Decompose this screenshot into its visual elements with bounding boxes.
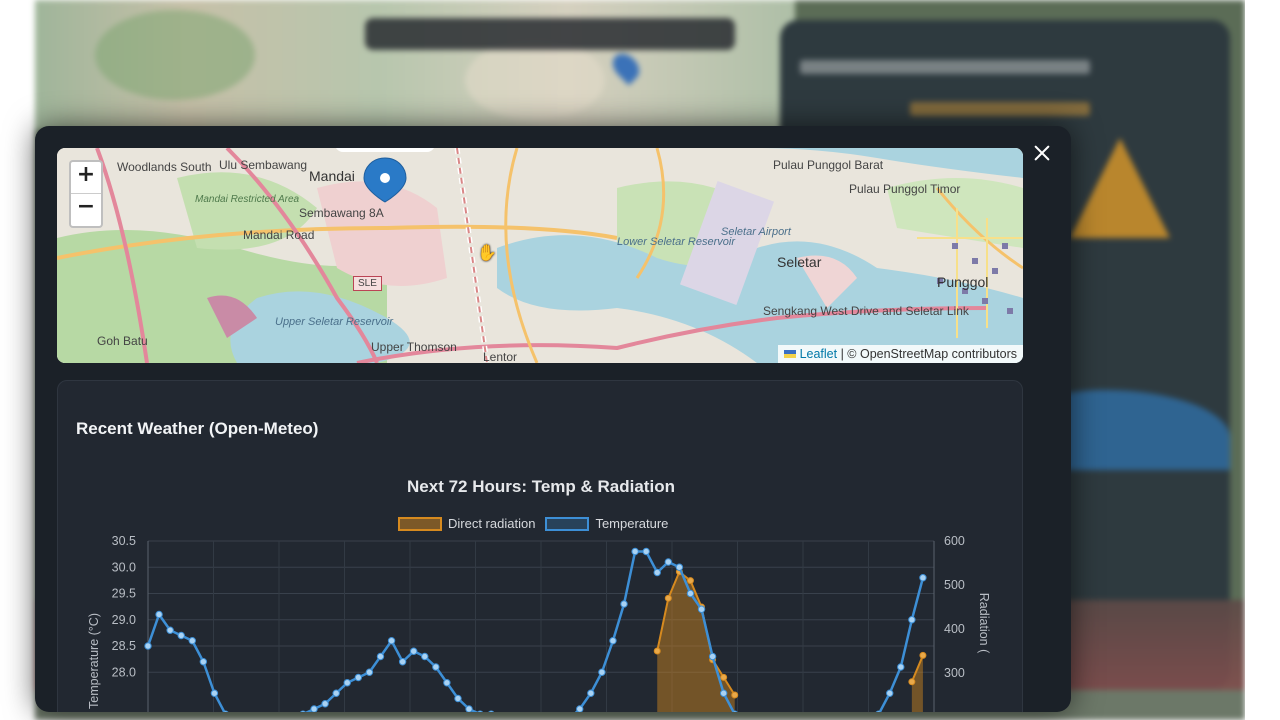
temperature-point <box>398 658 407 666</box>
weather-modal: Mandai Woodlands South Ulu Sembawang Sem… <box>35 126 1071 712</box>
map-label: Woodlands South <box>117 160 212 174</box>
temperature-point <box>675 563 684 571</box>
map-attribution: Leaflet | © OpenStreetMap contributors <box>777 345 1023 363</box>
map-popup-tip <box>335 148 435 152</box>
temperature-point <box>708 652 717 661</box>
temperature-point <box>210 689 219 697</box>
map-label: Mandai Road <box>243 228 315 242</box>
temperature-point <box>919 574 927 582</box>
leaflet-link[interactable]: Leaflet <box>800 347 838 361</box>
radiation-point <box>664 594 672 602</box>
zoom-control: + − <box>69 160 103 228</box>
map-label: Mandai <box>309 168 355 184</box>
zoom-out-button[interactable]: − <box>71 194 101 226</box>
temperature-point <box>620 600 628 608</box>
temperature-point <box>387 637 396 645</box>
temperature-point <box>886 689 894 697</box>
temperature-point <box>576 705 584 712</box>
temperature-point <box>631 547 639 556</box>
temperature-point <box>188 637 196 645</box>
map-label: Sembawang 8A <box>299 206 384 220</box>
temperature-point <box>908 616 916 624</box>
temperature-point <box>609 637 617 645</box>
y-right-tick-label: 500 <box>944 578 965 592</box>
radiation-point <box>731 691 739 699</box>
temperature-point <box>421 652 429 661</box>
temperature-point <box>300 710 306 712</box>
temperature-point <box>653 568 661 577</box>
map-label: Pulau Punggol Timor <box>849 182 961 196</box>
temperature-point <box>598 668 606 676</box>
temperature-point <box>686 589 695 598</box>
temperature-line <box>146 550 925 712</box>
radiation-point <box>720 673 728 681</box>
weather-card: Recent Weather (Open-Meteo) Next 72 Hour… <box>57 380 1023 712</box>
temperature-point <box>477 710 484 712</box>
temperature-point <box>321 700 329 708</box>
y-left-tick-label: 28.0 <box>112 665 136 679</box>
temperature-point <box>177 631 185 640</box>
map-label: Ulu Sembawang <box>219 158 308 172</box>
y-left-tick-label: 29.0 <box>112 613 136 627</box>
temperature-point <box>697 605 706 613</box>
map-label: Seletar Airport <box>721 226 791 238</box>
radiation-point <box>908 678 916 686</box>
map-tiles[interactable] <box>57 148 1023 363</box>
radiation-point <box>653 647 661 655</box>
y-left-tick-label: 30.0 <box>112 560 136 574</box>
y-left-tick-label: 30.5 <box>112 534 136 548</box>
temperature-point <box>365 668 374 676</box>
map-label: Sengkang West Drive and Seletar Link <box>763 304 969 318</box>
zoom-in-button[interactable]: + <box>71 162 101 194</box>
hand-cursor-icon: ✋ <box>477 245 497 262</box>
map-label: Lentor <box>483 350 518 363</box>
y-left-tick-label: 28.5 <box>112 639 136 653</box>
temperature-point <box>199 658 208 666</box>
y-right-tick-label: 600 <box>944 534 965 548</box>
temperature-point <box>642 547 650 556</box>
close-icon[interactable] <box>1031 142 1053 164</box>
radiation-point <box>686 577 694 585</box>
map-label: SLE <box>353 276 382 291</box>
map-label: Upper Seletar Reservoir <box>275 316 393 328</box>
map-label: Upper Thomson <box>371 340 457 354</box>
temperature-point <box>332 689 340 697</box>
map-label: Punggol <box>937 274 989 290</box>
temperature-point <box>144 642 152 650</box>
background-search-bar <box>365 18 735 50</box>
temperature-point <box>310 705 318 712</box>
ukraine-flag-icon <box>783 350 796 358</box>
temperature-point <box>454 694 462 703</box>
radiation-point <box>919 651 927 659</box>
temperature-point <box>587 689 595 697</box>
temperature-point <box>719 689 728 697</box>
temperature-point <box>376 652 385 661</box>
temperature-point <box>166 626 174 634</box>
y-right-axis-label: Radiation ( <box>977 593 991 654</box>
y-left-tick-label: 29.5 <box>112 587 136 601</box>
temperature-point <box>443 679 451 687</box>
temperature-point <box>409 647 418 655</box>
map-label: Goh Batu <box>97 334 148 348</box>
temperature-point <box>432 663 440 671</box>
y-right-tick-label: 400 <box>944 622 965 636</box>
location-map[interactable]: Mandai Woodlands South Ulu Sembawang Sem… <box>57 148 1023 363</box>
temperature-point <box>343 679 351 687</box>
temperature-point <box>897 663 905 671</box>
weather-chart: 30.5 30.0 29.5 29.0 28.5 28.0 600 500 400 300 Temp… <box>87 534 991 712</box>
y-right-tick-label: 300 <box>944 666 965 680</box>
osm-attribution: | © OpenStreetMap contributors <box>837 347 1017 361</box>
y-left-axis-label: Temperature (°C) <box>87 613 101 709</box>
map-label: Pulau Punggol Barat <box>773 158 884 172</box>
temperature-point <box>465 705 473 712</box>
map-label: Lower Seletar Reservoir <box>617 236 735 248</box>
temperature-point <box>155 610 163 619</box>
map-label: Mandai Restricted Area <box>195 194 300 205</box>
map-label: Seletar <box>777 254 822 270</box>
temperature-point <box>664 558 673 566</box>
temperature-point <box>354 673 363 682</box>
temperature-point <box>488 710 495 712</box>
